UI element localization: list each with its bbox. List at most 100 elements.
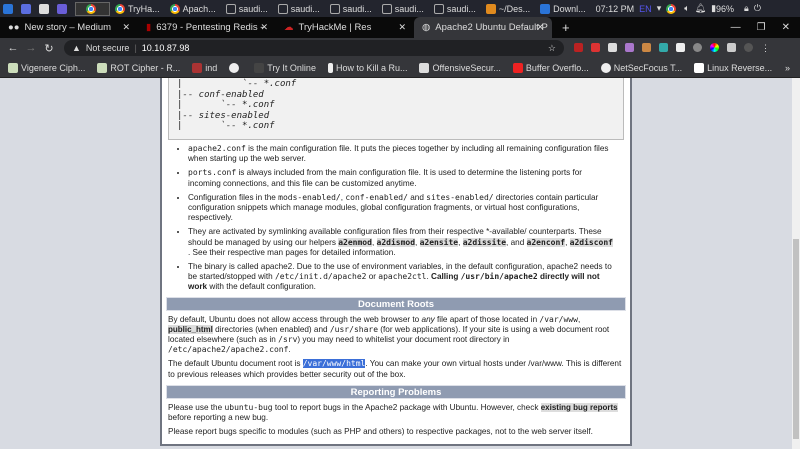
globe-icon: ◍ — [422, 22, 431, 33]
extension-icon[interactable] — [659, 42, 668, 52]
task-item[interactable]: TryHa... — [115, 3, 165, 14]
close-window-icon[interactable]: ✕ — [782, 22, 790, 33]
bell-icon[interactable]: 🔔︎ — [695, 3, 706, 14]
text-fragment: mods-enabled/ — [278, 192, 341, 202]
task-item[interactable]: saudi... — [277, 3, 325, 14]
text-fragment: ubuntu-bug — [224, 402, 273, 412]
extension-icon[interactable] — [642, 42, 651, 52]
security-label[interactable]: Not secure — [86, 43, 130, 53]
address-bar[interactable]: ▲ Not secure | 10.10.87.98 ☆ — [64, 40, 564, 56]
warning-icon[interactable]: ▲ — [72, 43, 81, 53]
medium-favicon: ●● — [8, 22, 20, 33]
chrome-launcher-icon[interactable] — [75, 1, 110, 16]
tab-apache[interactable]: ◍ Apache2 Ubuntu Default P ✕ — [414, 17, 552, 38]
bookmark[interactable]: OffensiveSecur... — [419, 62, 501, 73]
document-roots-paragraph: By default, Ubuntu does not allow access… — [168, 315, 624, 356]
kali-menu-icon[interactable] — [3, 3, 16, 14]
more-bookmarks-icon[interactable]: » — [785, 63, 790, 73]
extension-icon[interactable] — [574, 42, 583, 52]
text-fragment: /usr/share — [329, 324, 379, 334]
tab-title: Apache2 Ubuntu Default P — [435, 22, 548, 33]
task-item[interactable]: saudi... — [329, 3, 377, 14]
document-root-paragraph: The default Ubuntu document root is /var… — [168, 359, 624, 379]
task-item[interactable]: saudi... — [433, 3, 481, 14]
text-fragment: conf-enabled/ — [345, 192, 408, 202]
back-icon[interactable]: ← — [4, 42, 22, 54]
tab-medium[interactable]: ●● New story – Medium ✕ — [0, 17, 138, 38]
forward-icon[interactable]: → — [22, 42, 40, 54]
bookmark-label: ROT Cipher - R... — [110, 62, 181, 73]
bookmark[interactable]: Try It Online — [254, 62, 316, 73]
list-item: ports.conf is always included from the m… — [188, 168, 616, 188]
desktop-icon[interactable] — [21, 3, 34, 14]
bookmark[interactable]: Vigenere Ciph... — [8, 62, 85, 73]
restore-icon[interactable]: ❐ — [757, 22, 766, 33]
list-item: apache2.conf is the main configuration f… — [188, 144, 616, 164]
extension-icon[interactable] — [693, 42, 702, 52]
text-fragment: a2dissite — [462, 237, 507, 247]
bookmark[interactable]: Buffer Overflo... — [512, 62, 589, 73]
text-fragment: public_html — [168, 324, 213, 334]
close-tab-icon[interactable]: ✕ — [122, 22, 130, 33]
tree-line: | `-- *.conf — [177, 79, 297, 89]
terminal-icon[interactable] — [57, 3, 70, 14]
reporting-paragraph: Please use the ubuntu-bug tool to report… — [168, 402, 624, 423]
tab-tryhackme[interactable]: ☁ TryHackMe | Res ✕ — [276, 17, 414, 38]
task-item[interactable]: Downl... — [540, 3, 591, 14]
language-indicator[interactable]: EN — [639, 4, 652, 14]
bookmark[interactable]: ind — [192, 62, 217, 73]
text-fragment: tool to report bugs in the Apache2 packa… — [272, 402, 541, 412]
task-label: saudi... — [394, 3, 424, 14]
task-label: Apach... — [182, 3, 216, 14]
bookmark[interactable]: NetSecFocus T... — [600, 62, 682, 73]
existing-bug-reports-link[interactable]: existing bug reports — [540, 402, 618, 412]
tab-title: TryHackMe | Res — [298, 22, 372, 33]
extension-icon[interactable] — [625, 42, 634, 52]
extensions: ⋮ — [574, 42, 770, 54]
clock[interactable]: 07:12 PM — [596, 4, 635, 14]
text-fragment: a2enmod — [338, 237, 372, 247]
file-manager-icon[interactable] — [39, 3, 52, 14]
bookmark[interactable]: How to Kill a Ru... — [327, 62, 407, 73]
extension-icon[interactable] — [608, 42, 617, 52]
task-label: saudi... — [238, 3, 268, 14]
text-fragment: Configuration files in the — [188, 192, 279, 202]
battery-icon[interactable]: ▮ 96% — [711, 3, 739, 14]
extension-icon[interactable] — [591, 42, 600, 52]
extension-icon[interactable] — [710, 42, 719, 52]
tab-strip: ●● New story – Medium ✕ ▮ 6379 - Pentesting… — [0, 17, 800, 38]
minimize-icon[interactable]: — — [731, 22, 741, 33]
bookmark[interactable]: ROT Cipher - R... — [97, 62, 181, 73]
task-item[interactable]: saudi... — [225, 3, 273, 14]
tree-line: |-- sites-enabled — [177, 110, 270, 121]
text-fragment: with the default configuration. — [207, 282, 316, 292]
new-tab-button[interactable]: + — [552, 17, 580, 38]
wifi-icon[interactable]: ▾ — [657, 3, 662, 14]
task-item[interactable]: saudi... — [381, 3, 429, 14]
chrome-tray-icon[interactable] — [666, 3, 679, 14]
close-tab-icon[interactable]: ✕ — [398, 22, 406, 33]
tab-redis[interactable]: ▮ 6379 - Pentesting Redis - ✕ — [138, 17, 276, 38]
puzzle-icon[interactable] — [727, 42, 736, 52]
extension-icon[interactable] — [676, 42, 685, 52]
scrollbar-thumb[interactable] — [793, 239, 799, 439]
volume-icon[interactable]: 🔈︎ — [684, 3, 689, 14]
url-text[interactable]: 10.10.87.98 — [142, 43, 190, 53]
menu-icon[interactable]: ⋮ — [761, 43, 770, 54]
bookmark-star-icon[interactable]: ☆ — [548, 43, 556, 54]
text-fragment: . — [288, 345, 291, 355]
task-label: Downl... — [553, 3, 586, 14]
close-tab-icon[interactable]: ✕ — [260, 22, 268, 33]
selected-text[interactable]: /var/www/html — [302, 359, 366, 369]
task-item[interactable]: ~/Des... — [485, 3, 535, 14]
vertical-scrollbar[interactable] — [792, 78, 800, 449]
close-tab-icon[interactable]: ✕ — [536, 22, 544, 33]
task-item[interactable]: Apach... — [169, 3, 221, 14]
profile-avatar[interactable] — [744, 42, 753, 52]
bookmark[interactable]: Linux Reverse... — [694, 62, 772, 73]
lock-icon[interactable]: 🔒︎ — [744, 3, 749, 14]
reload-icon[interactable]: ↻ — [40, 42, 58, 55]
power-icon[interactable]: ⏻ — [754, 3, 761, 14]
tree-line: | `-- *.conf — [177, 121, 275, 131]
bookmark[interactable] — [229, 62, 242, 73]
